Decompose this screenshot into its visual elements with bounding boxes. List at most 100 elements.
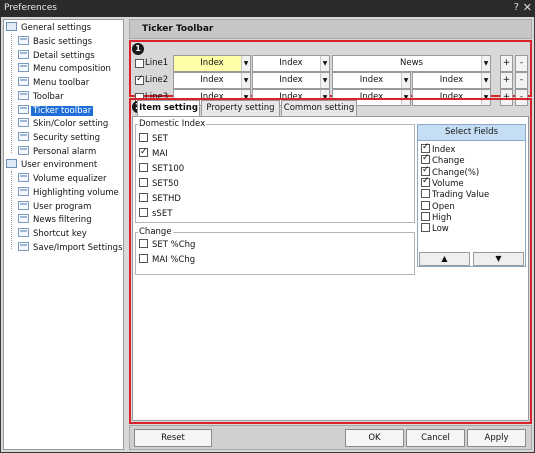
- checkbox[interactable]: [139, 254, 148, 263]
- line-field-dropdown[interactable]: News ▼: [332, 55, 491, 72]
- tree-group-general-settings[interactable]: General settings: [6, 22, 93, 35]
- tree-item-label: Shortcut key: [33, 229, 87, 240]
- remove-field-button[interactable]: -: [515, 72, 528, 89]
- tree-item-detail-settings[interactable]: Detail settings: [18, 49, 97, 63]
- tree-item-highlighting-volume[interactable]: Highlighting volume: [18, 187, 121, 200]
- line-field-dropdown[interactable]: Index ▼: [252, 72, 330, 89]
- tree-item-shortcut-key[interactable]: Shortcut key: [18, 228, 89, 241]
- domestic-item-set[interactable]: SET: [139, 133, 168, 145]
- checkbox[interactable]: [139, 193, 148, 202]
- field-item-volume[interactable]: Volume: [421, 176, 464, 189]
- cancel-button[interactable]: Cancel: [406, 429, 465, 447]
- dropdown-arrow-icon[interactable]: ▼: [481, 73, 490, 88]
- dropdown-arrow-icon[interactable]: ▼: [401, 73, 410, 88]
- tree-item-menu-toolbar[interactable]: Menu toolbar: [18, 77, 91, 90]
- reset-button[interactable]: Reset: [134, 429, 212, 447]
- tree-item-label: News filtering: [33, 215, 92, 226]
- checkbox[interactable]: [421, 211, 430, 221]
- checkbox[interactable]: [421, 189, 430, 199]
- dropdown-arrow-icon[interactable]: ▼: [241, 73, 250, 88]
- checkbox[interactable]: [421, 165, 430, 176]
- field-item-low[interactable]: Low: [421, 223, 449, 234]
- field-item-trading-value[interactable]: Trading Value: [421, 189, 489, 200]
- checkbox[interactable]: [421, 153, 430, 165]
- add-field-button[interactable]: +: [500, 72, 513, 89]
- ok-button[interactable]: OK: [345, 429, 404, 447]
- domestic-item-set100[interactable]: SET100: [139, 163, 184, 175]
- checkbox[interactable]: [139, 146, 148, 158]
- checkbox[interactable]: [139, 163, 148, 172]
- ticker-line-1: Line1 Index ▼ Index ▼ News ▼ + -: [133, 55, 533, 72]
- line-field-dropdown[interactable]: Index ▼: [332, 72, 411, 89]
- change-item-set-chg[interactable]: SET %Chg: [139, 239, 195, 251]
- tree-item-volume-equalizer[interactable]: Volume equalizer: [18, 173, 108, 186]
- checkbox[interactable]: [139, 178, 148, 187]
- tree-item-label: Skin/Color setting: [33, 119, 109, 130]
- page-icon: [18, 145, 29, 155]
- line-checkbox[interactable]: [135, 59, 144, 68]
- tree-item-label: Menu toolbar: [33, 78, 90, 89]
- folder-icon: [6, 22, 17, 31]
- remove-field-button[interactable]: -: [515, 55, 528, 72]
- dialog-client: General settings Basic settings Detail set…: [1, 17, 534, 452]
- domestic-item-set50[interactable]: SET50: [139, 178, 179, 190]
- settings-tree[interactable]: General settings Basic settings Detail set…: [3, 19, 124, 450]
- tree-item-toolbar[interactable]: Toolbar: [18, 90, 66, 104]
- field-item-change[interactable]: Change(%): [421, 165, 480, 178]
- checkbox[interactable]: [421, 223, 430, 233]
- change-group: Change SET %Chg MAI %Chg: [135, 227, 415, 275]
- page-icon: [18, 228, 29, 238]
- tree-item-security-setting[interactable]: Security setting: [18, 131, 102, 145]
- tree-item-label: Basic settings: [33, 37, 93, 47]
- tree-item-save-import-settings[interactable]: Save/Import Settings: [18, 241, 123, 255]
- tab-common-setting[interactable]: Common setting: [281, 100, 357, 116]
- checkbox-label: MAI: [152, 149, 168, 159]
- tree-item-menu-composition[interactable]: Menu composition: [18, 63, 113, 76]
- tree-item-news-filtering[interactable]: News filtering: [18, 214, 94, 227]
- tree-item-ticker-toolbar[interactable]: Ticker toolbar: [18, 104, 94, 118]
- tab-property-setting[interactable]: Property setting: [201, 100, 280, 116]
- tree-item-user-program[interactable]: User program: [18, 200, 93, 214]
- field-label: Open: [432, 201, 455, 212]
- tree-item-skin-color-setting[interactable]: Skin/Color setting: [18, 118, 110, 131]
- tree-item-personal-alarm[interactable]: Personal alarm: [18, 145, 98, 159]
- checkbox[interactable]: [421, 176, 430, 187]
- domestic-item-sset[interactable]: sSET: [139, 208, 172, 220]
- move-down-button[interactable]: ▼: [473, 252, 524, 266]
- line-field-dropdown[interactable]: Index ▼: [173, 72, 251, 89]
- field-item-high[interactable]: High: [421, 211, 452, 223]
- checkbox[interactable]: [421, 142, 430, 153]
- field-label: Change: [432, 156, 465, 167]
- checkbox[interactable]: [139, 133, 148, 142]
- move-up-button[interactable]: ▲: [419, 252, 470, 266]
- close-icon[interactable]: ✕: [523, 1, 532, 14]
- add-field-button[interactable]: +: [500, 55, 513, 72]
- line-field-dropdown[interactable]: Index ▼: [412, 72, 491, 89]
- field-label: Change(%): [432, 167, 480, 178]
- line-checkbox[interactable]: [135, 74, 144, 85]
- field-item-open[interactable]: Open: [421, 200, 455, 212]
- page-icon: [18, 187, 29, 196]
- checkbox[interactable]: [139, 239, 148, 248]
- checkbox[interactable]: [139, 208, 148, 217]
- dropdown-arrow-icon[interactable]: ▼: [241, 56, 250, 71]
- tab-item-setting[interactable]: Item setting: [137, 100, 200, 117]
- tree-group-user-environment[interactable]: User environment: [6, 159, 99, 172]
- apply-button[interactable]: Apply: [467, 429, 526, 447]
- line-field-dropdown[interactable]: Index ▼: [173, 55, 251, 72]
- dropdown-value: Index: [439, 75, 464, 85]
- domestic-item-mai[interactable]: MAI: [139, 146, 168, 160]
- dropdown-value: Index: [279, 75, 303, 85]
- help-icon[interactable]: ?: [514, 2, 519, 13]
- tree-item-label: Highlighting volume: [33, 188, 119, 198]
- checkbox[interactable]: [421, 200, 430, 210]
- dropdown-arrow-icon[interactable]: ▼: [320, 56, 329, 71]
- change-item-mai-chg[interactable]: MAI %Chg: [139, 254, 195, 266]
- dropdown-arrow-icon[interactable]: ▼: [320, 73, 329, 88]
- domestic-item-sethd[interactable]: SETHD: [139, 193, 181, 205]
- line-field-dropdown[interactable]: Index ▼: [252, 55, 330, 72]
- tree-item-label: Menu composition: [33, 64, 111, 75]
- tree-item-basic-settings[interactable]: Basic settings: [18, 36, 94, 49]
- tree-item-label: Toolbar: [33, 91, 64, 102]
- dropdown-arrow-icon[interactable]: ▼: [481, 56, 490, 71]
